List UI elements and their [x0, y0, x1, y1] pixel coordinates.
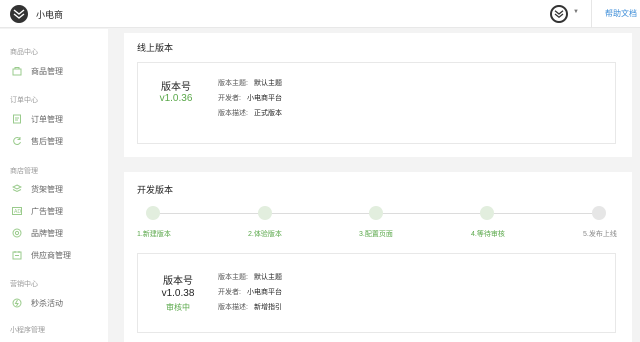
sidebar-item-label: 广告管理 [31, 206, 63, 216]
meta-theme: 版本主题: 默认主题 [218, 272, 282, 282]
meta-value: 正式版本 [253, 110, 282, 117]
step-label-1: 1.新建版本 [137, 231, 171, 238]
dev-version-box [137, 253, 616, 333]
sidebar-group-order: 订单中心 [10, 97, 38, 104]
version-label: 版本号 [161, 82, 191, 93]
version-number: v1.0.36 [159, 93, 193, 104]
order-doc-icon [12, 114, 22, 124]
brand-badge-icon [12, 228, 22, 238]
online-version-title: 线上版本 [137, 43, 174, 53]
step-dot-4 [480, 206, 494, 220]
version-number: v1.0.38 [161, 288, 195, 299]
sidebar-item-ads[interactable]: AD 广告管理 [12, 204, 63, 218]
sidebar-item-supplier[interactable]: 供应商管理 [12, 248, 71, 262]
app-title: 小电商 [36, 10, 64, 20]
sidebar-item-label: 品牌管理 [31, 228, 63, 238]
sidebar: 商品中心 商品管理 订单中心 订单管理 售后管理 商店管理 货架管理 AD 广告… [0, 29, 108, 342]
version-label: 版本号 [163, 276, 193, 287]
sidebar-item-order-manage[interactable]: 订单管理 [12, 112, 63, 126]
step-dot-3 [369, 206, 383, 220]
sidebar-group-store: 商店管理 [10, 168, 38, 175]
meta-key: 版本主题: [218, 80, 248, 87]
ad-icon: AD [12, 206, 22, 216]
online-version-box [137, 62, 616, 144]
step-label-2: 2.体验版本 [248, 231, 282, 238]
meta-developer: 开发者: 小电商平台 [218, 93, 282, 103]
step-label-3: 3.配置页面 [359, 231, 393, 238]
sidebar-item-label: 供应商管理 [31, 250, 71, 260]
shelf-layers-icon [11, 184, 23, 194]
sidebar-item-product-manage[interactable]: 商品管理 [12, 64, 63, 78]
step-dot-1 [146, 206, 160, 220]
step-label-5: 5.发布上线 [583, 231, 617, 238]
sidebar-item-after-sales[interactable]: 售后管理 [12, 134, 63, 148]
app-logo-icon[interactable] [10, 5, 28, 23]
meta-value: 新增指引 [253, 304, 282, 311]
status-badge: 审核中 [166, 303, 190, 312]
sidebar-group-miniprogram: 小程序管理 [10, 327, 45, 334]
meta-value: 默认主题 [253, 80, 282, 87]
meta-developer: 开发者: 小电商平台 [218, 287, 282, 297]
meta-theme: 版本主题: 默认主题 [218, 78, 282, 88]
sidebar-item-flash-sale[interactable]: 秒杀活动 [12, 296, 63, 310]
sidebar-item-label: 售后管理 [31, 136, 63, 146]
step-dot-5 [592, 206, 606, 220]
divider [591, 0, 592, 28]
flash-sale-icon [12, 298, 22, 308]
sidebar-item-label: 秒杀活动 [31, 298, 63, 308]
step-label-4: 4.等待审核 [471, 231, 505, 238]
step-dot-2 [258, 206, 272, 220]
svg-text:AD: AD [14, 209, 21, 215]
help-docs-link[interactable]: 帮助文档 [605, 8, 637, 19]
meta-key: 版本主题: [218, 274, 248, 281]
meta-key: 开发者: [218, 95, 241, 102]
chevron-down-icon[interactable]: ▼ [573, 9, 579, 15]
sidebar-item-label: 货架管理 [31, 184, 63, 194]
meta-value: 小电商平台 [246, 95, 282, 102]
sidebar-group-marketing: 营销中心 [10, 281, 38, 288]
dev-version-title: 开发版本 [137, 185, 174, 195]
sidebar-group-product: 商品中心 [10, 49, 38, 56]
top-bar: 小电商 ▼ 帮助文档 [0, 0, 640, 28]
sidebar-item-shelf[interactable]: 货架管理 [11, 182, 63, 196]
supplier-icon [12, 250, 22, 260]
meta-description: 版本描述: 新增指引 [218, 302, 282, 312]
meta-key: 开发者: [218, 289, 241, 296]
meta-description: 版本描述: 正式版本 [218, 108, 282, 118]
meta-value: 默认主题 [253, 274, 282, 281]
meta-value: 小电商平台 [246, 289, 282, 296]
sidebar-item-brand[interactable]: 品牌管理 [12, 226, 63, 240]
user-avatar[interactable] [550, 5, 568, 23]
meta-key: 版本描述: [218, 304, 248, 311]
sidebar-item-label: 订单管理 [31, 114, 63, 124]
refresh-service-icon [12, 136, 22, 146]
shop-bag-icon [12, 66, 22, 76]
sidebar-item-label: 商品管理 [31, 66, 63, 76]
meta-key: 版本描述: [218, 110, 248, 117]
